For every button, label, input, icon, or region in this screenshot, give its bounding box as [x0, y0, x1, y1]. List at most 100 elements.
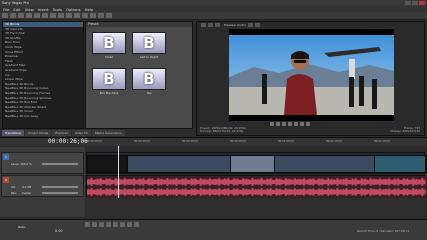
- volume-slider[interactable]: [42, 186, 78, 188]
- snapshot-icon[interactable]: [254, 23, 260, 27]
- minimize-button[interactable]: [405, 1, 411, 5]
- menu-tools[interactable]: Tools: [53, 7, 62, 12]
- stop-button[interactable]: [120, 222, 125, 227]
- close-button[interactable]: [419, 1, 425, 5]
- tab-project-media[interactable]: Project Media: [25, 130, 52, 136]
- menu-insert[interactable]: Insert: [38, 7, 49, 12]
- menu-file[interactable]: File: [3, 7, 9, 12]
- window-title: Sony Vegas Pro: [2, 1, 29, 5]
- loop-button[interactable]: [270, 122, 274, 126]
- preview-toolbar: Preview (Auto): [197, 22, 424, 28]
- tab-video-fx[interactable]: Video FX: [71, 130, 91, 136]
- transition-list-item[interactable]: NewBlue 3D Cut Away: [3, 114, 83, 119]
- prev-frame-button[interactable]: [300, 122, 304, 126]
- window-controls: [405, 1, 425, 5]
- video-frame-image: [229, 29, 394, 121]
- level-slider[interactable]: [42, 163, 78, 165]
- display-info: Display: 403x227x32: [390, 129, 420, 134]
- ruler-tick: 00:01:10;00: [326, 140, 342, 143]
- audio-waveform[interactable]: [87, 176, 426, 198]
- video-track-header[interactable]: 1 Level: 100.0 %: [1, 152, 84, 174]
- tab-media-generators[interactable]: Media Generators: [91, 130, 125, 136]
- video-clip-thumbnail[interactable]: [230, 155, 275, 173]
- preset-label: Top: [146, 91, 152, 95]
- stop-button[interactable]: [294, 122, 298, 126]
- properties-icon[interactable]: [34, 13, 40, 18]
- loop-playback-button[interactable]: [92, 222, 97, 227]
- record-button[interactable]: [85, 222, 90, 227]
- normal-edit-tool-icon[interactable]: [82, 13, 88, 18]
- tab-transitions[interactable]: Transitions: [2, 130, 25, 136]
- main-toolbar: [0, 12, 427, 20]
- rate-label: Rate:: [18, 225, 26, 229]
- redo-icon[interactable]: [74, 13, 80, 18]
- fx-icon[interactable]: [215, 23, 220, 27]
- next-frame-button[interactable]: [306, 122, 310, 126]
- preset-item[interactable]: B Top: [132, 68, 166, 95]
- window-docking-tabs: Transitions Project Media Explorer Video…: [2, 130, 194, 136]
- video-frame: [229, 29, 394, 121]
- tab-explorer[interactable]: Explorer: [52, 130, 71, 136]
- go-to-end-button[interactable]: [134, 222, 139, 227]
- maximize-button[interactable]: [412, 1, 418, 5]
- copy-icon[interactable]: [50, 13, 56, 18]
- volume-label: Vol:: [11, 185, 17, 189]
- overlays-icon[interactable]: [247, 23, 253, 27]
- menu-edit[interactable]: Edit: [13, 7, 20, 12]
- cut-icon[interactable]: [42, 13, 48, 18]
- audio-track[interactable]: [86, 175, 426, 198]
- video-clip-thumbnail[interactable]: [374, 155, 426, 173]
- go-to-start-button[interactable]: [127, 222, 132, 227]
- level-label: Level: 100.0 %: [11, 162, 32, 166]
- preset-item[interactable]: B Small: [92, 32, 126, 59]
- pan-value: Center: [22, 191, 32, 195]
- preview-quality-dropdown[interactable]: Preview (Auto): [224, 23, 246, 27]
- time-ruler[interactable]: 00:00:00;00 00:00:30;00 00:00:40;00 00:0…: [86, 140, 425, 145]
- play-from-start-button[interactable]: [276, 122, 280, 126]
- save-icon[interactable]: [18, 13, 24, 18]
- menu-options[interactable]: Options: [66, 7, 81, 12]
- preset-thumbnail: B: [132, 32, 166, 54]
- menu-view[interactable]: View: [25, 7, 34, 12]
- pause-button[interactable]: [288, 122, 292, 126]
- paste-icon[interactable]: [58, 13, 64, 18]
- ruler-tick: 00:00:40;00: [182, 140, 198, 143]
- transition-list: 3D Blinds 3D Cascade 3D Fly In/Out 3D Shuff…: [2, 21, 84, 129]
- track-headers: 1 Level: 100.0 % 2 Vol: 0.0 dB Pan: Cent…: [0, 147, 85, 217]
- play-button[interactable]: [282, 122, 286, 126]
- selection-tool-icon[interactable]: [98, 13, 104, 18]
- audio-track-header[interactable]: 2 Vol: 0.0 dB Pan: Center: [1, 175, 84, 197]
- menu-help[interactable]: Help: [85, 7, 94, 12]
- play-button[interactable]: [106, 222, 111, 227]
- timecode-display: 00:00:26;06: [48, 138, 88, 145]
- ruler-tick: 00:00:30;00: [134, 140, 150, 143]
- play-from-start-button[interactable]: [99, 222, 104, 227]
- preset-label: Bot Machine: [99, 91, 119, 95]
- preset-item[interactable]: B Bot Machine: [92, 68, 126, 95]
- new-project-icon[interactable]: [2, 13, 8, 18]
- rate-value: 0.00: [55, 229, 63, 233]
- preset-label: Small: [104, 55, 114, 59]
- undo-icon[interactable]: [66, 13, 72, 18]
- record-time: Record Time (2 channels): 307:08:13: [357, 229, 409, 233]
- ruler-tick: 00:01:00;00: [278, 140, 294, 143]
- timeline-transport: [85, 222, 139, 227]
- pan-slider[interactable]: [42, 192, 78, 194]
- open-icon[interactable]: [10, 13, 16, 18]
- envelope-tool-icon[interactable]: [90, 13, 96, 18]
- preview-info: Project: 1920x1080x32, 29.970p Frame: 79…: [200, 126, 420, 134]
- preset-thumbnail: B: [92, 32, 126, 54]
- preset-panel: Preset: B Small B Left to Right B Bot Ma…: [85, 21, 193, 129]
- video-clip[interactable]: [87, 155, 127, 173]
- preset-label: Left to Right: [139, 55, 159, 59]
- pause-button[interactable]: [113, 222, 118, 227]
- render-icon[interactable]: [26, 13, 32, 18]
- zoom-tool-icon[interactable]: [106, 13, 112, 18]
- video-track[interactable]: [86, 152, 427, 174]
- timeline-empty-area[interactable]: [86, 198, 425, 218]
- ruler-tick: 00:01:20;00: [374, 140, 390, 143]
- external-monitor-icon[interactable]: [208, 23, 213, 27]
- preview-properties-icon[interactable]: [201, 23, 206, 27]
- preset-item[interactable]: B Left to Right: [132, 32, 166, 59]
- track-number: 2: [3, 177, 9, 183]
